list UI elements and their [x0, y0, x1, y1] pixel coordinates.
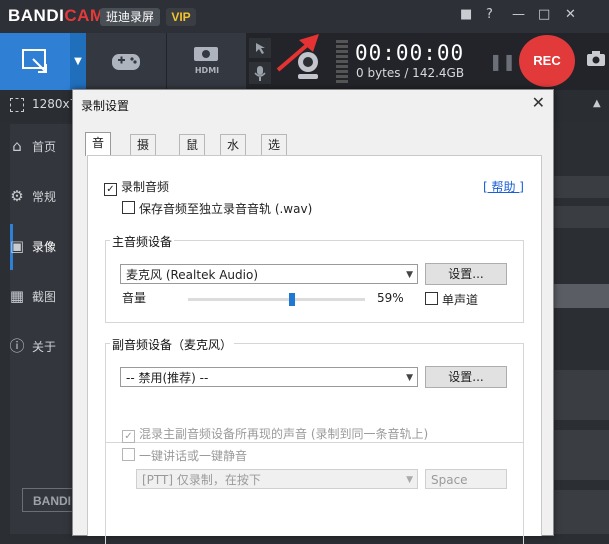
mix-audio-label: 混录主副音频设备所再现的声音 (录制到同一条音轨上) [139, 427, 429, 441]
home-icon: ⌂ [12, 137, 22, 155]
chevron-down-icon: ▼ [406, 270, 413, 280]
collapse-chevron-icon[interactable]: ▲ [593, 98, 601, 109]
mono-label: 单声道 [442, 293, 479, 307]
hdmi-mode-button[interactable]: HDMI [167, 33, 246, 90]
area-select-icon[interactable] [10, 98, 24, 112]
record-settings-dialog: 录制设置 ✕ 音频 摄像头 鼠标 水印 选项 ✓ 录制音频 [ 帮助 ] 保存音频… [72, 89, 554, 544]
sidebar-item-label: 首页 [32, 140, 57, 154]
right-panel-block [553, 430, 609, 480]
right-panel-block [553, 490, 609, 534]
info-icon: ⓘ [9, 337, 25, 355]
right-panel-block [553, 284, 609, 308]
primary-device-select[interactable]: 麦克风 (Realtek Audio) ▼ [120, 264, 418, 284]
image-icon: ▦ [9, 287, 25, 305]
mono-checkbox[interactable]: 单声道 [425, 291, 478, 308]
webcam-icon[interactable] [288, 48, 328, 82]
separate-track-checkbox[interactable]: 保存音频至独立录音音轨 (.wav) [122, 200, 312, 217]
bottom-logo: BANDI [22, 488, 72, 512]
ptt-key-input[interactable]: Space [425, 469, 507, 489]
right-panel-block [553, 206, 609, 228]
volume-label: 音量 [122, 291, 147, 305]
sidebar-item-about[interactable]: ⓘ 关于 [8, 336, 72, 356]
ptt-label: 一键讲话或一键静音 [139, 449, 248, 463]
maximize-icon[interactable]: □ [538, 7, 550, 22]
primary-audio-group-label: 主音频设备 [110, 233, 175, 250]
volume-slider-thumb[interactable] [289, 293, 295, 306]
tab-watermark[interactable]: 水印 [220, 134, 247, 172]
screenshot-camera-icon[interactable] [586, 50, 606, 71]
hdmi-device-icon [194, 47, 218, 61]
dialog-title: 录制设置 [81, 99, 130, 113]
ptt-checkbox[interactable]: 一键讲话或一键静音 [122, 447, 247, 464]
gear-icon: ⚙ [10, 187, 24, 205]
audio-level-meter [336, 40, 348, 84]
close-icon[interactable]: ✕ [565, 7, 576, 22]
mode-dropdown-button[interactable]: ▼ [70, 33, 86, 90]
checkbox-checked-icon: ✓ [122, 430, 135, 443]
sidebar-item-home[interactable]: ⌂ 首页 [8, 136, 72, 156]
sidebar-item-label: 常规 [32, 190, 57, 204]
app-logo: BANDICAM [8, 6, 105, 26]
secondary-device-value: -- 禁用(推荐) -- [126, 371, 209, 385]
sidebar-item-label: 录像 [32, 240, 57, 254]
sidebar-item-video[interactable]: ▣ 录像 [8, 236, 72, 256]
pause-icon[interactable]: ❚❚ [489, 52, 516, 71]
sidebar-item-image[interactable]: ▦ 截图 [8, 286, 72, 306]
tab-webcam[interactable]: 摄像头 [130, 134, 157, 192]
gamepad-icon [112, 54, 140, 70]
mix-audio-checkbox[interactable]: ✓ 混录主副音频设备所再现的声音 (录制到同一条音轨上) [122, 425, 428, 443]
webcam-overlay-icon[interactable] [249, 38, 271, 58]
minimize-icon[interactable]: — [512, 7, 525, 22]
product-name-badge: 班迪录屏 [100, 8, 161, 26]
checkbox-checked-icon: ✓ [104, 183, 117, 196]
logo-cam-text: CAM [64, 6, 105, 25]
help-icon[interactable]: ? [486, 7, 493, 22]
primary-device-value: 麦克风 (Realtek Audio) [126, 268, 259, 282]
checkbox-unchecked-icon [122, 448, 135, 461]
record-audio-checkbox[interactable]: ✓ 录制音频 [104, 178, 169, 196]
chevron-down-icon: ▼ [406, 475, 413, 485]
secondary-audio-group-label: 副音频设备（麦克风） [110, 336, 235, 353]
tab-mouse[interactable]: 鼠标 [179, 134, 206, 172]
ptt-mode-select[interactable]: [PTT] 仅录制，在按下 ▼ [136, 469, 418, 489]
separate-track-label: 保存音频至独立录音音轨 (.wav) [139, 202, 313, 216]
right-panel-block [553, 370, 609, 420]
tab-options[interactable]: 选项 [261, 134, 288, 172]
sidebar-item-general[interactable]: ⚙ 常规 [8, 186, 72, 206]
sidebar-item-label: 关于 [32, 340, 57, 354]
select-area-icon [22, 49, 47, 73]
record-audio-label: 录制音频 [121, 180, 170, 194]
secondary-settings-button[interactable]: 设置... [425, 366, 507, 388]
chevron-down-icon: ▼ [406, 373, 413, 383]
logo-text: BANDI [8, 6, 65, 25]
checkbox-unchecked-icon [122, 201, 135, 214]
video-icon: ▣ [9, 237, 25, 255]
volume-value: 59% [377, 291, 404, 305]
ptt-mode-value: [PTT] 仅录制，在按下 [142, 473, 261, 487]
volume-slider[interactable] [188, 298, 365, 301]
dialog-close-icon[interactable]: ✕ [532, 93, 545, 112]
record-button[interactable]: REC [519, 35, 575, 87]
microphone-icon[interactable] [249, 62, 271, 84]
file-size-readout: 0 bytes / 142.4GB [356, 66, 465, 80]
audio-tab-panel: ✓ 录制音频 [ 帮助 ] 保存音频至独立录音音轨 (.wav) 主音频设备 麦克… [87, 155, 542, 544]
right-panel-block [553, 176, 609, 198]
vip-badge[interactable]: VIP [166, 8, 196, 26]
secondary-device-select[interactable]: -- 禁用(推荐) -- ▼ [120, 367, 418, 387]
record-timer: 00:00:00 [355, 41, 465, 65]
sidebar-item-label: 截图 [32, 290, 57, 304]
primary-settings-button[interactable]: 设置... [425, 263, 507, 285]
hdmi-label: HDMI [194, 66, 220, 75]
help-link[interactable]: [ 帮助 ] [483, 178, 524, 195]
checkbox-unchecked-icon [425, 292, 438, 305]
folder-icon[interactable]: ■ [460, 7, 472, 22]
area-size-label: 1280x7 [32, 97, 78, 111]
game-mode-button[interactable] [86, 33, 166, 90]
rectangle-mode-button[interactable] [0, 33, 70, 90]
tab-audio[interactable]: 音频 [85, 132, 112, 170]
